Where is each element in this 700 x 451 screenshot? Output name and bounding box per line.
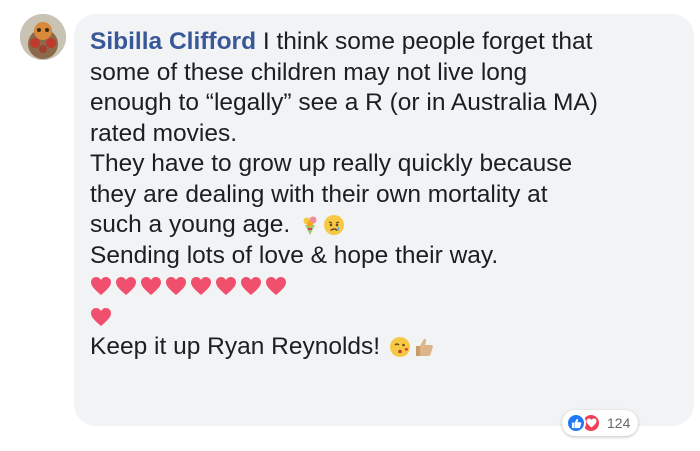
red-heart-icon bbox=[91, 307, 111, 326]
comment-line: Keep it up Ryan Reynolds! bbox=[90, 332, 686, 363]
comment-text: enough to “legally” see a R (or in Austr… bbox=[90, 89, 598, 116]
comment-text: Sending lots of love & hope their way. bbox=[90, 241, 499, 269]
red-heart-icon bbox=[91, 277, 111, 295]
reaction-summary[interactable]: 124 bbox=[562, 410, 639, 436]
face-blowing-kiss-emoji bbox=[389, 337, 410, 357]
comment-bubble: Sibilla Clifford I think some people for… bbox=[74, 14, 694, 426]
red-heart-icon bbox=[166, 277, 186, 295]
red-heart-icon bbox=[216, 277, 236, 295]
comment-line: Sibilla Clifford I think some people for… bbox=[90, 27, 686, 58]
love-icon-glyph bbox=[586, 418, 596, 428]
bouquet-emoji bbox=[303, 216, 317, 235]
author-name[interactable]: Sibilla Clifford bbox=[90, 28, 256, 55]
crying-face-emoji bbox=[324, 215, 345, 235]
comment-body: Sibilla Clifford I think some people for… bbox=[90, 27, 686, 363]
red-heart-icon bbox=[191, 277, 211, 295]
avatar[interactable] bbox=[20, 14, 66, 60]
comment-text: Keep it up Ryan Reynolds! bbox=[90, 333, 381, 360]
reaction-count: 124 bbox=[607, 415, 631, 431]
comment-text: I think some people forget that bbox=[256, 28, 593, 55]
comment-line: such a young age. bbox=[90, 210, 686, 241]
red-heart-icon bbox=[266, 277, 286, 295]
like-icon bbox=[566, 413, 586, 433]
comment-screenshot: Sibilla Clifford I think some people for… bbox=[0, 0, 700, 451]
red-heart-icon bbox=[141, 277, 161, 295]
comment-text: such a young age. bbox=[90, 211, 291, 238]
hearts-row bbox=[90, 271, 686, 302]
red-heart-icon bbox=[116, 277, 136, 295]
thumbs-up-emoji bbox=[415, 338, 433, 356]
comment-text: they are dealing with their own mortalit… bbox=[90, 180, 548, 208]
like-icon-glyph bbox=[571, 418, 581, 428]
comment-text: some of these children may not live long bbox=[90, 58, 528, 86]
comment-text: They have to grow up really quickly beca… bbox=[90, 150, 573, 177]
hearts-row bbox=[90, 302, 686, 333]
comment-text: rated movies. bbox=[90, 119, 238, 147]
red-heart-icon bbox=[241, 277, 261, 295]
avatar-image bbox=[20, 14, 66, 60]
